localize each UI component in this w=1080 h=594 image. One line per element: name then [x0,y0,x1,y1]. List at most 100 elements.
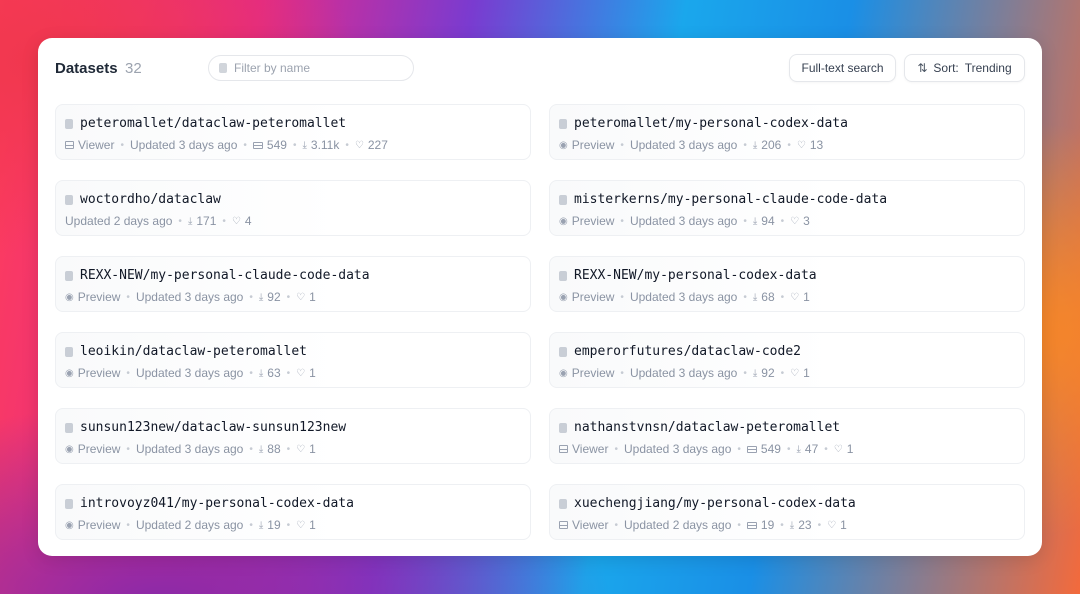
filter-field[interactable] [208,55,414,81]
dataset-card[interactable]: peteromallet/my-personal-codex-data ◉ Prev… [549,104,1025,160]
heart-icon: ♡ [296,443,306,455]
download-count-value: 47 [804,442,819,456]
dataset-name[interactable]: emperorfutures/dataclaw-code2 [574,344,801,359]
meta-separator: • [817,519,822,531]
preview-badge: ◉ Preview [559,366,614,380]
dataset-name[interactable]: sunsun123new/dataclaw-sunsun123new [80,420,346,435]
dataset-name[interactable]: REXX-NEW/my-personal-claude-code-data [80,268,370,283]
like-count: ♡ 1 [296,442,316,456]
dataset-name-row: introvoyz041/my-personal-codex-data [65,496,354,511]
dataset-card[interactable]: nathanstvnsn/dataclaw-peteromallet Viewer… [549,408,1025,464]
meta-separator: • [614,519,618,531]
download-icon: ⤓ [752,215,758,227]
mode-label: Preview [571,290,615,304]
dataset-card[interactable]: sunsun123new/dataclaw-sunsun123new ◉ Previ… [55,408,531,464]
database-icon [65,422,73,433]
like-count: ♡ 13 [797,138,823,152]
meta-separator: • [286,443,291,455]
like-count-value: 3 [803,214,810,228]
database-icon [559,194,567,205]
like-count-value: 13 [809,138,824,152]
meta-separator: • [249,367,253,379]
table-icon [65,141,74,149]
dataset-name[interactable]: peteromallet/dataclaw-peteromallet [80,116,346,131]
dataset-name[interactable]: REXX-NEW/my-personal-codex-data [574,268,817,283]
like-count-value: 1 [309,290,316,304]
download-count: ⤓ 92 [753,366,775,380]
heart-icon: ♡ [231,215,241,227]
mode-label: Preview [77,290,121,304]
eye-icon: ◉ [559,367,568,379]
updated-time: Updated 3 days ago [135,366,244,380]
sort-button[interactable]: ⇅ Sort: Trending [904,54,1025,82]
dataset-card[interactable]: REXX-NEW/my-personal-claude-code-data ◉ Pr… [55,256,531,312]
meta-separator: • [222,215,226,227]
eye-icon: ◉ [65,367,74,379]
preview-badge: ◉ Preview [65,366,120,380]
meta-separator: • [620,215,624,227]
dataset-card[interactable]: REXX-NEW/my-personal-codex-data ◉ Preview •… [549,256,1025,312]
preview-badge: ◉ Preview [65,290,120,304]
dataset-card[interactable]: introvoyz041/my-personal-codex-data ◉ Prev… [55,484,531,540]
mode-label: Viewer [572,442,609,456]
like-count: ♡ 227 [355,138,388,152]
meta-separator: • [292,139,297,151]
mode-label: Preview [571,138,615,152]
meta-separator: • [743,367,747,379]
dataset-card[interactable]: xuechengjiang/my-personal-codex-data View… [549,484,1025,540]
dataset-name[interactable]: leoikin/dataclaw-peteromallet [80,344,307,359]
download-icon: ⤓ [258,519,264,531]
page-title: Datasets [55,60,118,77]
dataset-meta: ◉ Preview • Updated 3 days ago • ⤓ 63 • ♡ 1 [65,366,316,380]
meta-separator: • [620,291,624,303]
dataset-name[interactable]: misterkerns/my-personal-claude-code-data [574,192,887,207]
meta-separator: • [780,291,785,303]
filter-input[interactable] [234,61,394,75]
database-icon [219,63,227,73]
eye-icon: ◉ [559,291,568,303]
row-count: 549 [252,138,287,152]
database-icon [65,498,73,509]
dataset-card[interactable]: emperorfutures/dataclaw-code2 ◉ Preview • Up… [549,332,1025,388]
dataset-name-row: emperorfutures/dataclaw-code2 [559,344,801,359]
database-icon [559,118,567,129]
meta-separator: • [780,215,785,227]
meta-separator: • [787,139,791,151]
meta-separator: • [737,519,741,531]
dataset-card[interactable]: misterkerns/my-personal-claude-code-data… [549,180,1025,236]
download-count-value: 23 [798,518,812,532]
dataset-card[interactable]: peteromallet/dataclaw-peteromallet Viewer… [55,104,531,160]
download-count: ⤓ 171 [188,214,216,228]
dataset-name[interactable]: peteromallet/my-personal-codex-data [574,116,848,131]
meta-separator: • [286,291,291,303]
dataset-name[interactable]: xuechengjiang/my-personal-codex-data [574,496,856,511]
database-icon [559,346,567,357]
download-count-value: 19 [267,518,281,532]
heart-icon: ♡ [790,215,800,227]
dataset-meta: ◉ Preview • Updated 3 days ago • ⤓ 68 • ♡ 1 [559,290,810,304]
mode-label: Preview [77,442,121,456]
meta-separator: • [126,443,130,455]
dataset-card[interactable]: woctordho/dataclaw Updated 2 days ago • ⤓ 17… [55,180,531,236]
preview-badge: ◉ Preview [559,290,614,304]
database-icon [65,194,73,205]
dataset-meta: Viewer • Updated 3 days ago • 549 • ⤓ 47 • ♡ 1 [559,442,853,456]
heart-icon: ♡ [296,519,306,531]
dataset-meta: ◉ Preview • Updated 2 days ago • ⤓ 19 • ♡ 1 [65,518,316,532]
dataset-name[interactable]: woctordho/dataclaw [80,192,221,207]
updated-time: Updated 3 days ago [135,290,244,304]
dataset-meta: ◉ Preview • Updated 3 days ago • ⤓ 92 • ♡ 1 [65,290,316,304]
meta-separator: • [126,291,130,303]
dataset-card[interactable]: leoikin/dataclaw-peteromallet ◉ Preview • Up… [55,332,531,388]
download-icon: ⤓ [258,367,264,379]
dataset-name-row: nathanstvnsn/dataclaw-peteromallet [559,420,840,435]
dataset-name[interactable]: nathanstvnsn/dataclaw-peteromallet [574,420,840,435]
meta-separator: • [743,139,747,151]
meta-separator: • [286,367,291,379]
like-count-value: 1 [309,442,316,456]
full-text-search-button[interactable]: Full-text search [789,54,896,82]
eye-icon: ◉ [559,215,568,227]
viewer-badge: Viewer [559,518,608,532]
dataset-name[interactable]: introvoyz041/my-personal-codex-data [80,496,354,511]
meta-separator: • [126,367,130,379]
